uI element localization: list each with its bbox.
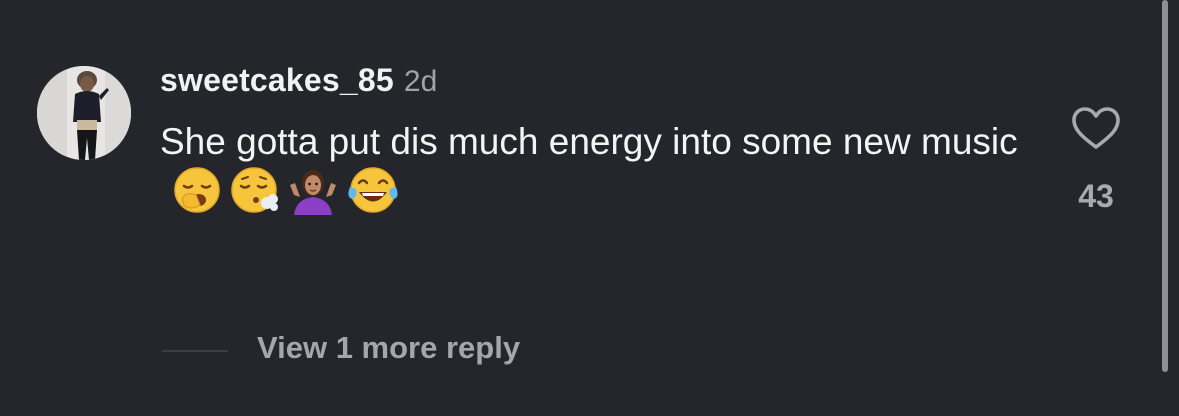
username-link[interactable]: sweetcakes_85 — [160, 62, 394, 99]
comment-thread: sweetcakes_85 2d She gotta put dis much … — [0, 0, 1179, 416]
like-button[interactable] — [1068, 106, 1124, 155]
face-exhaling-icon — [230, 165, 280, 215]
yawning-face-icon — [172, 165, 222, 215]
timestamp: 2d — [403, 65, 438, 98]
face-with-tears-of-joy-icon — [346, 165, 400, 215]
comment-emojis — [172, 165, 400, 215]
comment-header: sweetcakes_85 2d — [160, 62, 437, 102]
heart-outline-icon — [1072, 107, 1120, 149]
person-shrugging-icon — [288, 165, 338, 215]
comment-text: She gotta put dis much energy into some … — [160, 121, 1018, 162]
comment-body: She gotta put dis much energy into some … — [160, 118, 1020, 217]
reply-divider — [162, 350, 228, 352]
view-more-replies-link[interactable]: View 1 more reply — [257, 330, 520, 366]
like-count: 43 — [1078, 178, 1114, 214]
avatar[interactable] — [37, 66, 131, 160]
avatar-photo — [37, 66, 131, 160]
scrollbar[interactable] — [1162, 0, 1168, 372]
